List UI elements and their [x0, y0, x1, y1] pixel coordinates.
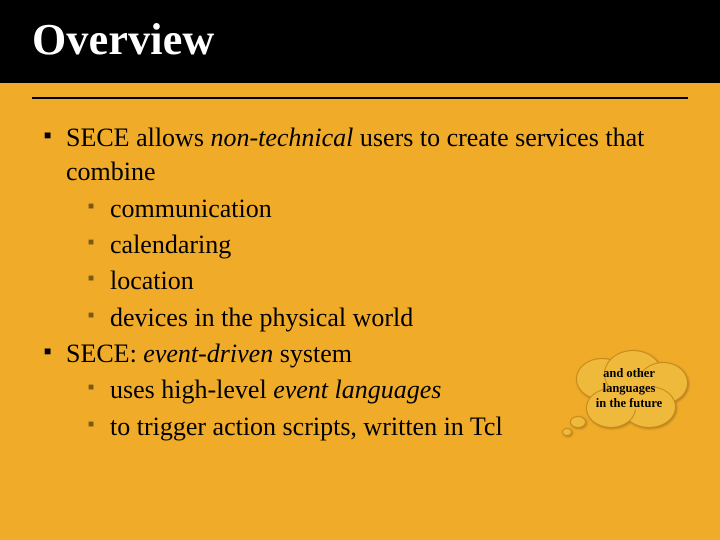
sub-a: to trigger action scripts, written in Tc… — [110, 412, 503, 441]
title-band: Overview — [0, 0, 720, 83]
cloud-line: and other — [603, 366, 655, 380]
sub-item: calendaring — [88, 228, 680, 262]
cloud-line: languages — [603, 381, 656, 395]
cloud-text: and other languages in the future — [568, 366, 690, 411]
sub-em: event languages — [273, 375, 441, 404]
sub-a: uses high-level — [110, 375, 273, 404]
bullet-1-sublist: communication calendaring location devic… — [88, 192, 680, 335]
bullet-1: SECE allows non-technical users to creat… — [44, 121, 680, 335]
bullet-2-em: event-driven — [143, 339, 273, 368]
slide-title: Overview — [32, 14, 720, 65]
sub-item: communication — [88, 192, 680, 226]
sub-item: devices in the physical world — [88, 301, 680, 335]
sub-item: location — [88, 264, 680, 298]
cloud-tail — [562, 428, 572, 436]
slide: Overview SECE allows non-technical users… — [0, 0, 720, 540]
cloud-tail — [570, 416, 586, 428]
bullet-1-prefix: SECE allows — [66, 123, 210, 152]
bullet-2-prefix: SECE: — [66, 339, 143, 368]
cloud-line: in the future — [596, 396, 662, 410]
thought-bubble: and other languages in the future — [568, 354, 690, 432]
bullet-2-suffix: system — [273, 339, 352, 368]
bullet-1-em: non-technical — [210, 123, 353, 152]
